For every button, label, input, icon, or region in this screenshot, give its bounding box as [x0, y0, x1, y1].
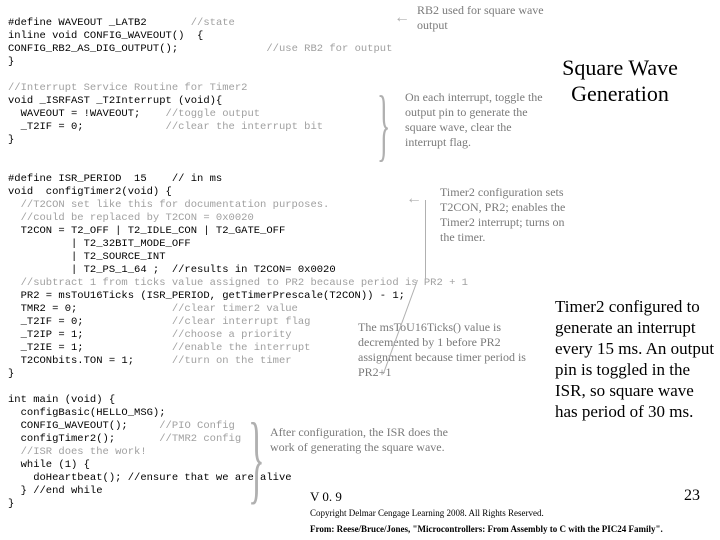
- code-line: PR2 = msToU16Ticks (ISR_PERIOD, getTimer…: [8, 290, 405, 302]
- slide-page: #define WAVEOUT _LATB2 //state inline vo…: [0, 0, 720, 540]
- code-line: TMR2 = 0; //clear timer2 value: [8, 303, 298, 315]
- code-line: int main (void) {: [8, 394, 115, 406]
- version-label: V 0. 9: [310, 489, 342, 505]
- brace-icon: }: [248, 400, 265, 515]
- annot-ticks: The msToU16Ticks() value is decremented …: [358, 320, 543, 380]
- source-text: From: Reese/Bruce/Jones, "Microcontrolle…: [310, 524, 663, 534]
- arrow-icon: ←: [394, 9, 410, 27]
- annot-isr: On each interrupt, toggle the output pin…: [405, 90, 555, 150]
- annot-rb2: RB2 used for square wave output: [417, 3, 547, 33]
- code-line: CONFIG_RB2_AS_DIG_OUTPUT(); //use RB2 fo…: [8, 43, 392, 55]
- code-line: //ISR does the work!: [8, 446, 147, 458]
- code-line: _T2IE = 1; //enable the interrupt: [8, 342, 310, 354]
- code-line: | T2_PS_1_64 ; //results in T2CON= 0x002…: [8, 264, 336, 276]
- callout-line: [425, 200, 426, 280]
- code-line: | T2_SOURCE_INT: [8, 251, 166, 263]
- code-line: //subtract 1 from ticks value assigned t…: [8, 277, 468, 289]
- code-line: //could be replaced by T2CON = 0x0020: [8, 212, 254, 224]
- code-line: #define WAVEOUT _LATB2 //state: [8, 17, 235, 29]
- code-line: _T2IF = 0; //clear the interrupt bit: [8, 121, 323, 133]
- description-paragraph: Timer2 configured to generate an interru…: [555, 296, 715, 422]
- code-line: //Interrupt Service Routine for Timer2: [8, 82, 247, 94]
- code-line: | T2_32BIT_MODE_OFF: [8, 238, 191, 250]
- code-line: #define ISR_PERIOD 15 // in ms: [8, 173, 222, 185]
- arrow-icon: ←: [406, 190, 422, 208]
- code-line: }: [8, 368, 14, 380]
- copyright-text: Copyright Delmar Cengage Learning 2008. …: [310, 508, 544, 518]
- code-line: void _ISRFAST _T2Interrupt (void){: [8, 95, 222, 107]
- slide-title: Square Wave Generation: [540, 55, 700, 107]
- code-line: WAVEOUT = !WAVEOUT; //toggle output: [8, 108, 260, 120]
- code-line: T2CON = T2_OFF | T2_IDLE_CON | T2_GATE_O…: [8, 225, 285, 237]
- brace-icon: }: [377, 80, 390, 171]
- code-line: _T2IF = 0; //clear interrupt flag: [8, 316, 310, 328]
- code-line: configTimer2(); //TMR2 config: [8, 433, 241, 445]
- annot-main: After configuration, the ISR does the wo…: [270, 425, 470, 455]
- code-line: CONFIG_WAVEOUT(); //PIO Config: [8, 420, 235, 432]
- annot-t2cfg: Timer2 configuration sets T2CON, PR2; en…: [440, 185, 570, 245]
- code-line: //T2CON set like this for documentation …: [8, 199, 329, 211]
- code-line: _T2IP = 1; //choose a priority: [8, 329, 292, 341]
- code-line: while (1) {: [8, 459, 90, 471]
- code-line: inline void CONFIG_WAVEOUT() {: [8, 30, 203, 42]
- code-line: }: [8, 56, 14, 68]
- page-number: 23: [684, 487, 700, 505]
- code-line: void configTimer2(void) {: [8, 186, 172, 198]
- code-line: }: [8, 134, 14, 146]
- code-line: }: [8, 498, 14, 510]
- code-line: T2CONbits.TON = 1; //turn on the timer: [8, 355, 292, 367]
- code-line: } //end while: [8, 485, 103, 497]
- code-line: configBasic(HELLO_MSG);: [8, 407, 166, 419]
